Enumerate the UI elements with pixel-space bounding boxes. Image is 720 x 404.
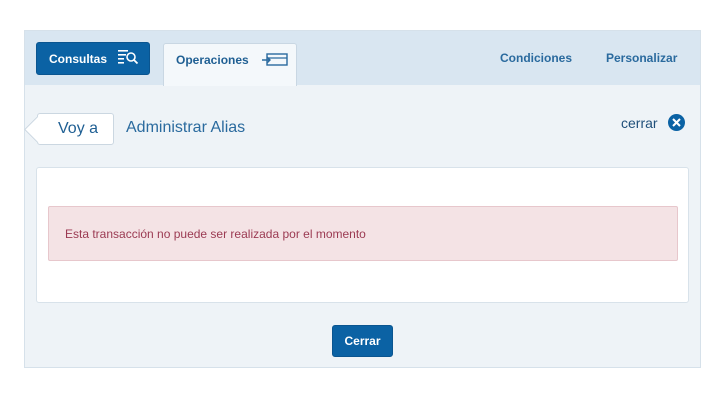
error-alert: Esta transacción no puede ser realizada …	[48, 206, 678, 261]
main-frame: Consultas Operaciones Condiciones Person…	[24, 30, 701, 368]
condiciones-link[interactable]: Condiciones	[500, 51, 572, 65]
search-list-icon	[117, 48, 139, 69]
cerrar-link-label: cerrar	[621, 114, 658, 131]
content-panel: Esta transacción no puede ser realizada …	[36, 167, 689, 303]
transfer-card-icon	[261, 51, 289, 70]
consultas-label: Consultas	[49, 51, 108, 66]
cerrar-link[interactable]: cerrar	[621, 114, 685, 131]
voy-a-label: Voy a	[58, 120, 99, 137]
cerrar-button[interactable]: Cerrar	[332, 325, 393, 357]
top-navigation-bar: Consultas Operaciones Condiciones Person…	[25, 31, 700, 86]
error-message: Esta transacción no puede ser realizada …	[65, 226, 366, 241]
tab-operaciones[interactable]: Operaciones	[163, 43, 297, 86]
close-circle-icon[interactable]	[667, 114, 685, 131]
personalizar-link[interactable]: Personalizar	[606, 51, 677, 65]
voy-a-button[interactable]: Voy a	[37, 113, 114, 145]
consultas-button[interactable]: Consultas	[36, 42, 150, 75]
page-title: Administrar Alias	[126, 119, 246, 136]
operaciones-label: Operaciones	[176, 53, 249, 67]
